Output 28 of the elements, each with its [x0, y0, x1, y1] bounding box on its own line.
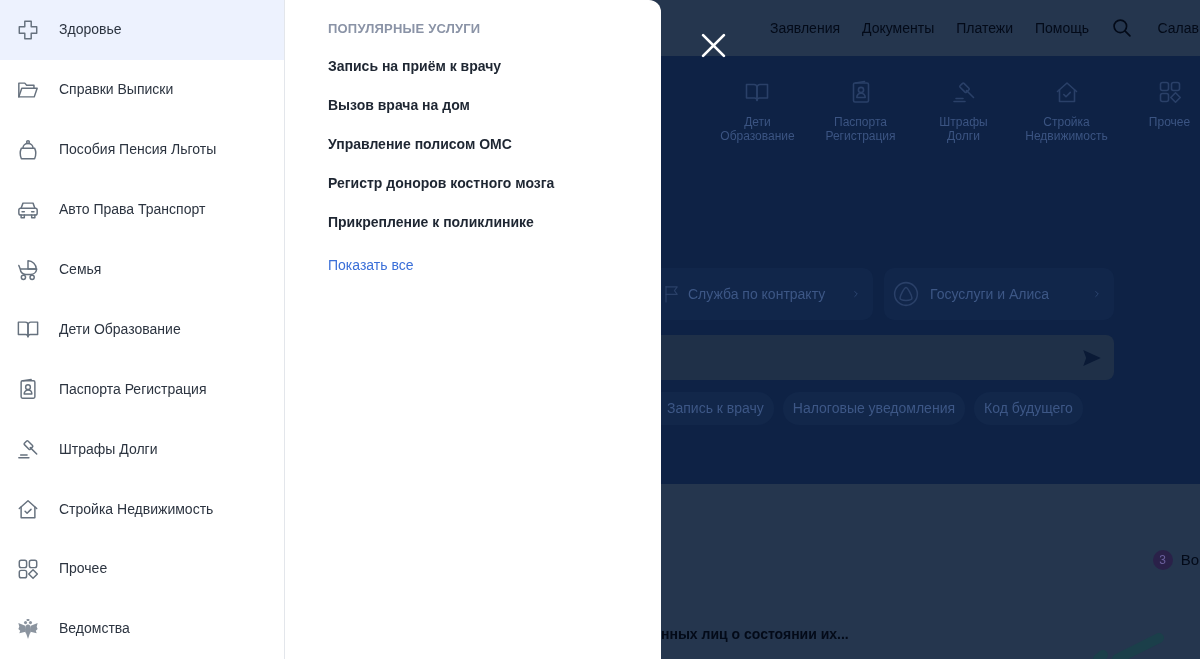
stroller-icon	[17, 258, 39, 281]
chevron-icon	[1094, 289, 1100, 299]
house-check-icon	[1054, 80, 1079, 104]
chevron-icon	[853, 289, 859, 299]
house-check-icon	[17, 498, 39, 521]
close-icon	[701, 33, 726, 58]
service-link[interactable]: Запись на приём к врачу	[328, 56, 502, 76]
search-icon[interactable]	[1111, 18, 1132, 38]
shapes-grid-icon	[17, 557, 39, 580]
service-link[interactable]: Вызов врача на дом	[328, 95, 470, 115]
id-document-icon	[17, 378, 39, 401]
flag-icon	[663, 285, 681, 303]
gavel-icon	[17, 438, 39, 461]
service-link[interactable]: Регистр доноров костного мозга	[328, 173, 555, 193]
count-badge: 3	[1152, 550, 1173, 570]
close-button[interactable]	[700, 32, 727, 59]
emblem-icon	[17, 617, 39, 640]
purse-icon	[17, 138, 39, 161]
service-link[interactable]: Управление полисом ОМС	[328, 134, 512, 154]
sidebar-item[interactable]: Здоровье	[0, 0, 284, 60]
show-all-link[interactable]: Показать все	[328, 255, 414, 275]
shapes-grid-icon	[1157, 80, 1182, 104]
ring-icon	[893, 281, 919, 307]
service-link[interactable]: Прикрепление к поликлинике	[328, 212, 534, 232]
medical-cross-icon	[17, 18, 39, 41]
section-heading: ПОПУЛЯРНЫЕ УСЛУГИ	[328, 20, 481, 38]
gavel-icon	[951, 80, 976, 104]
search-field[interactable]	[661, 335, 1114, 380]
